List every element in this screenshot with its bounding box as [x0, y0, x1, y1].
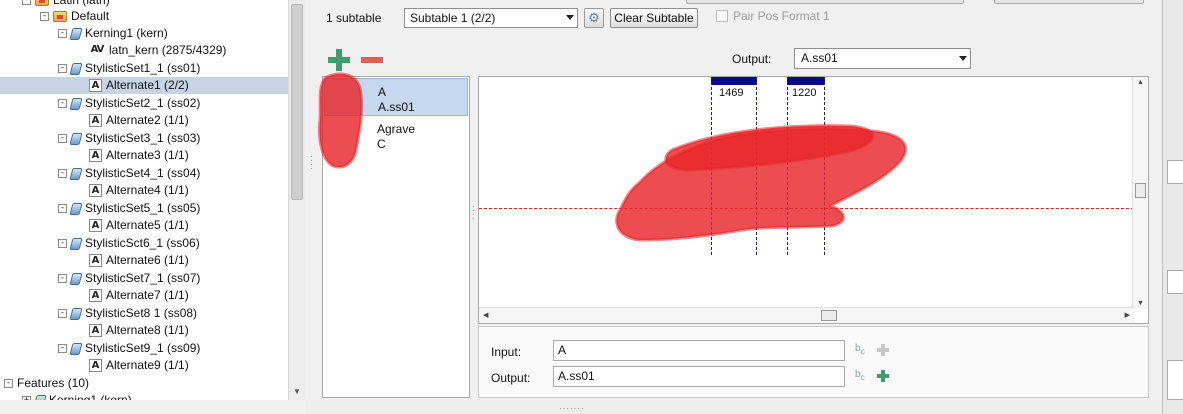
red-scribble-redaction: [318, 72, 907, 242]
